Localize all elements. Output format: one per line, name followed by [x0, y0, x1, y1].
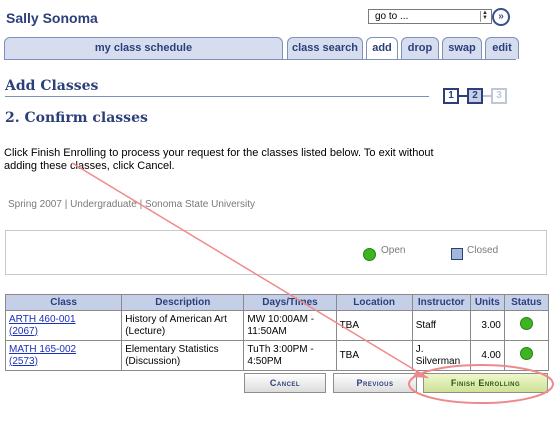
column-header-units: Units	[469, 294, 505, 311]
description-cell: Elementary Statistics (Discussion)	[121, 340, 245, 371]
status-legend	[5, 230, 547, 275]
class-cell: ARTH 460-001 (2067)	[4, 310, 123, 341]
legend-open-label: Open	[381, 245, 406, 256]
instructor-cell: Staff	[411, 310, 471, 341]
classes-table: Class Description Days/Times Location In…	[4, 294, 550, 371]
tab-swap[interactable]: swap	[442, 37, 482, 59]
step-2: 2	[467, 88, 483, 104]
legend-closed-label: Closed	[467, 245, 499, 256]
finish-enrolling-button[interactable]: Finish Enrolling	[423, 373, 548, 393]
table-row: ARTH 460-001 (2067) History of American A…	[4, 310, 550, 341]
title-divider	[5, 96, 429, 97]
term-info: Spring 2007 | Undergraduate | Sonoma Sta…	[8, 199, 256, 210]
column-header-instructor: Instructor	[411, 294, 471, 311]
closed-status-icon	[451, 248, 463, 260]
page-title: Add Classes	[5, 78, 99, 94]
student-name: Sally Sonoma	[6, 10, 98, 26]
column-header-status: Status	[503, 294, 550, 311]
status-cell	[503, 340, 550, 371]
class-cell: MATH 165-002 (2573)	[4, 340, 123, 371]
description-cell: History of American Art (Lecture)	[121, 310, 245, 341]
tab-divider	[4, 59, 516, 60]
class-number: ARTH 460-001	[9, 313, 76, 325]
column-header-location: Location	[335, 294, 413, 311]
location-cell: TBA	[335, 340, 413, 371]
step-connector	[459, 95, 467, 97]
previous-button[interactable]: Previous	[333, 373, 417, 393]
units-cell: 3.00	[469, 310, 505, 341]
column-header-description: Description	[121, 294, 245, 311]
instructor-cell: J. Silverman	[411, 340, 471, 371]
column-header-class: Class	[4, 294, 123, 311]
tab-add[interactable]: add	[366, 37, 398, 60]
open-status-icon	[519, 317, 533, 330]
goto-dropdown[interactable]: go to ... ▲ ▼	[368, 9, 492, 24]
step-connector	[483, 95, 491, 97]
step-1: 1	[443, 88, 459, 104]
days-times-cell: MW 10:00AM - 11:50AM	[243, 310, 337, 341]
instructions-text: Click Finish Enrolling to process your r…	[4, 147, 434, 172]
table-row: MATH 165-002 (2573) Elementary Statistics…	[4, 340, 550, 371]
location-cell: TBA	[335, 310, 413, 341]
tab-my-class-schedule[interactable]: my class schedule	[4, 37, 283, 59]
table-header-row: Class Description Days/Times Location In…	[4, 294, 550, 311]
class-id: (2067)	[9, 325, 38, 337]
step-title: 2. Confirm classes	[5, 110, 148, 126]
open-status-icon	[363, 248, 376, 261]
class-number: MATH 165-002	[9, 343, 77, 355]
units-cell: 4.00	[469, 340, 505, 371]
status-cell	[503, 310, 550, 341]
open-status-icon	[519, 347, 533, 360]
tab-edit[interactable]: edit	[485, 37, 519, 59]
days-times-cell: TuTh 3:00PM - 4:50PM	[243, 340, 337, 371]
tab-drop[interactable]: drop	[401, 37, 439, 59]
class-link[interactable]: MATH 165-002 (2573)	[9, 344, 76, 367]
goto-dropdown-value: go to ...	[375, 11, 409, 22]
step-3: 3	[491, 88, 507, 104]
class-link[interactable]: ARTH 460-001 (2067)	[9, 314, 76, 337]
class-id: (2573)	[9, 355, 38, 367]
column-header-days-times: Days/Times	[243, 294, 337, 311]
cancel-button[interactable]: Cancel	[244, 373, 326, 393]
double-chevron-right-icon[interactable]: »	[492, 8, 510, 26]
dropdown-arrows-icon: ▲ ▼	[480, 10, 489, 22]
tab-class-search[interactable]: class search	[287, 37, 363, 59]
